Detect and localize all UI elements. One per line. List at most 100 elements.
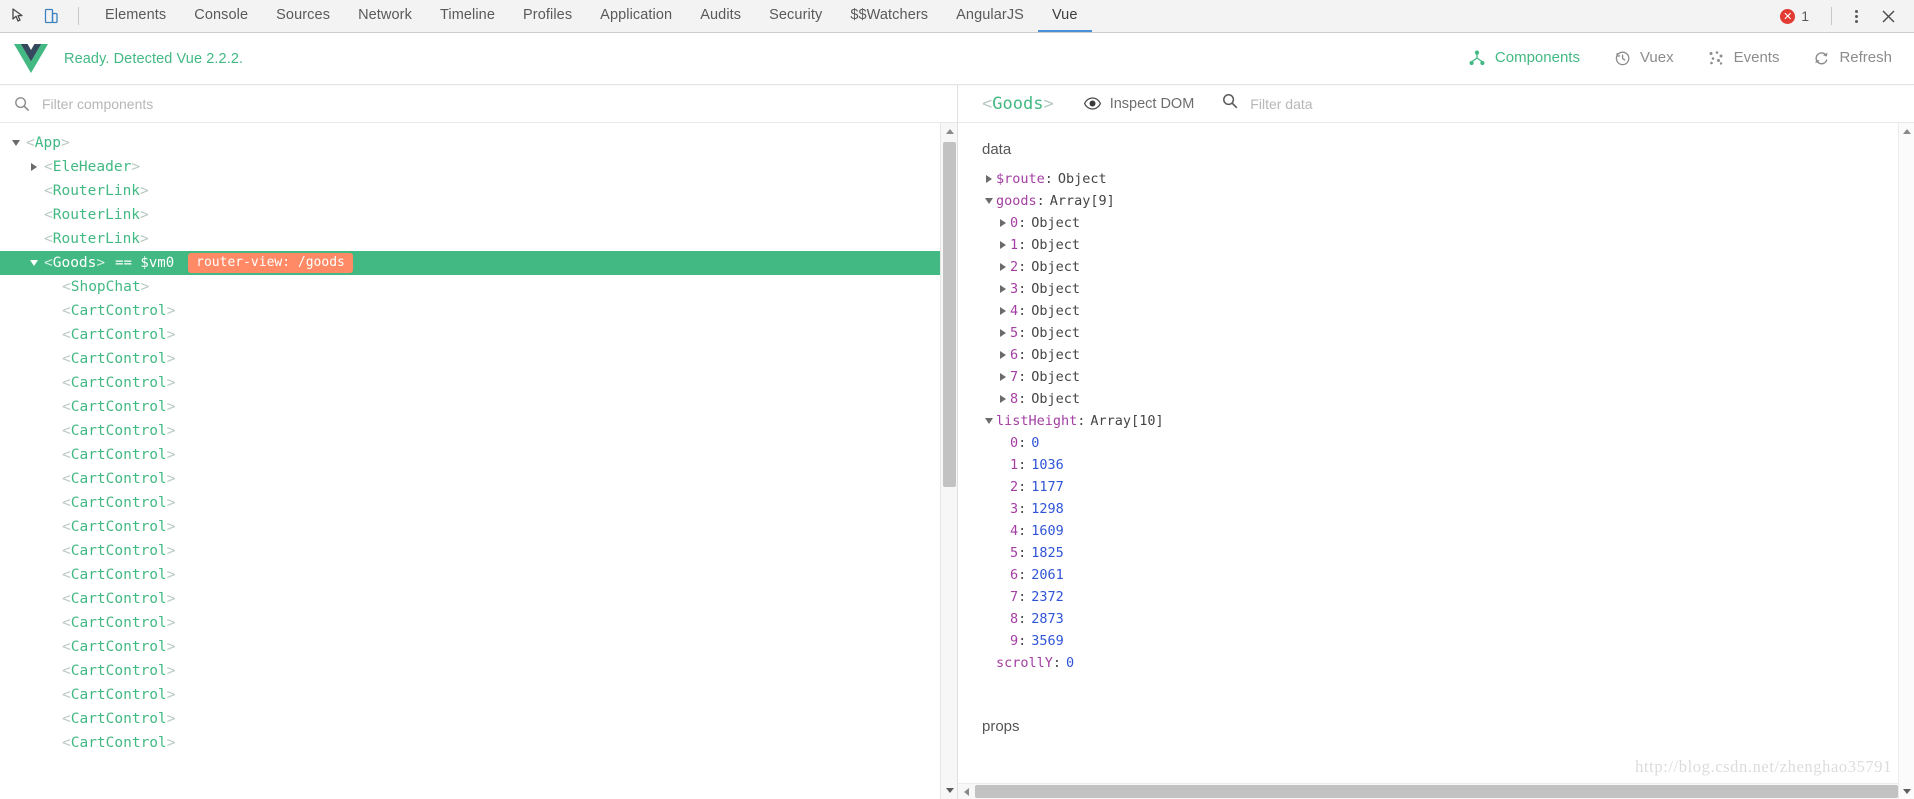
chevron-down-icon[interactable] (8, 135, 24, 151)
tree-node-cartcontrol[interactable]: <CartControl> (0, 347, 957, 371)
data-row[interactable]: 2: Object (982, 256, 1914, 278)
data-row[interactable]: 1: Object (982, 234, 1914, 256)
chevron-right-icon[interactable] (982, 175, 996, 183)
tree-node-cartcontrol[interactable]: <CartControl> (0, 635, 957, 659)
data-row[interactable]: 8: Object (982, 388, 1914, 410)
tab-elements[interactable]: Elements (91, 0, 180, 32)
close-icon[interactable] (1874, 4, 1902, 28)
nav-events[interactable]: Events (1708, 49, 1779, 68)
chevron-right-icon[interactable] (996, 241, 1010, 249)
data-row[interactable]: 4:1609 (982, 520, 1914, 542)
tree-node-goods[interactable]: <Goods> == $vm0 router-view: /goods (0, 251, 957, 275)
nav-refresh[interactable]: Refresh (1813, 49, 1892, 68)
tree-node-eleheader[interactable]: <EleHeader> (0, 155, 957, 179)
tree-node-routerlink[interactable]: <RouterLink> (0, 227, 957, 251)
data-row[interactable]: 9:3569 (982, 630, 1914, 652)
inspect-dom-button[interactable]: Inspect DOM (1083, 96, 1194, 112)
tab-angularjs[interactable]: AngularJS (942, 0, 1038, 32)
data-row[interactable]: 0: Object (982, 212, 1914, 234)
chevron-right-icon[interactable] (996, 351, 1010, 359)
tree-node-cartcontrol[interactable]: <CartControl> (0, 539, 957, 563)
scroll-thumb[interactable] (943, 142, 956, 487)
data-row[interactable]: 6: Object (982, 344, 1914, 366)
scroll-up-button[interactable] (941, 123, 957, 140)
data-row[interactable]: goods: Array[9] (982, 190, 1914, 212)
data-row[interactable]: 3: Object (982, 278, 1914, 300)
data-row[interactable]: 8:2873 (982, 608, 1914, 630)
tree-node-cartcontrol[interactable]: <CartControl> (0, 611, 957, 635)
nav-vuex[interactable]: Vuex (1614, 49, 1674, 68)
chevron-down-icon[interactable] (26, 255, 42, 271)
right-vertical-scrollbar[interactable] (1898, 123, 1914, 799)
scroll-up-button[interactable] (1899, 123, 1914, 139)
chevron-right-icon[interactable] (996, 219, 1010, 227)
inspect-element-icon[interactable] (8, 5, 30, 27)
tab-timeline[interactable]: Timeline (426, 0, 509, 32)
tab-security[interactable]: Security (755, 0, 836, 32)
chevron-right-icon[interactable] (996, 329, 1010, 337)
tree-node-cartcontrol[interactable]: <CartControl> (0, 323, 957, 347)
right-horizontal-scrollbar[interactable] (958, 783, 1898, 799)
tree-node-cartcontrol[interactable]: <CartControl> (0, 563, 957, 587)
data-key: 3 (1010, 281, 1019, 297)
tree-node-cartcontrol[interactable]: <CartControl> (0, 443, 957, 467)
error-badge[interactable]: ✕ 1 (1780, 8, 1819, 24)
tree-node-cartcontrol[interactable]: <CartControl> (0, 659, 957, 683)
tab-audits[interactable]: Audits (686, 0, 755, 32)
data-row[interactable]: 7:2372 (982, 586, 1914, 608)
tree-node-cartcontrol[interactable]: <CartControl> (0, 371, 957, 395)
data-row[interactable]: listHeight: Array[10] (982, 410, 1914, 432)
data-row[interactable]: 5: Object (982, 322, 1914, 344)
tree-node-shopchat[interactable]: <ShopChat> (0, 275, 957, 299)
tab-console[interactable]: Console (180, 0, 262, 32)
tab-profiles[interactable]: Profiles (509, 0, 586, 32)
tree-node-routerlink[interactable]: <RouterLink> (0, 203, 957, 227)
left-vertical-scrollbar[interactable] (940, 123, 957, 799)
scroll-down-button[interactable] (941, 782, 957, 799)
nav-components[interactable]: Components (1469, 49, 1580, 68)
tree-node-cartcontrol[interactable]: <CartControl> (0, 491, 957, 515)
tree-node-cartcontrol[interactable]: <CartControl> (0, 587, 957, 611)
data-row[interactable]: 7: Object (982, 366, 1914, 388)
data-row[interactable]: 1:1036 (982, 454, 1914, 476)
chevron-right-icon[interactable] (996, 395, 1010, 403)
tree-node-cartcontrol[interactable]: <CartControl> (0, 419, 957, 443)
tree-node-app[interactable]: <App> (0, 131, 957, 155)
chevron-down-icon[interactable] (982, 198, 996, 204)
tree-node-cartcontrol[interactable]: <CartControl> (0, 683, 957, 707)
chevron-right-icon[interactable] (996, 307, 1010, 315)
tree-node-routerlink[interactable]: <RouterLink> (0, 179, 957, 203)
tree-node-cartcontrol[interactable]: <CartControl> (0, 395, 957, 419)
tree-node-cartcontrol[interactable]: <CartControl> (0, 467, 957, 491)
tab-vue[interactable]: Vue (1037, 0, 1092, 32)
data-row[interactable]: 4: Object (982, 300, 1914, 322)
chevron-right-icon[interactable] (996, 285, 1010, 293)
tree-node-cartcontrol[interactable]: <CartControl> (0, 515, 957, 539)
hscroll-thumb[interactable] (975, 785, 1898, 798)
data-filter-input[interactable] (1250, 95, 1914, 112)
tree-node-cartcontrol[interactable]: <CartControl> (0, 707, 957, 731)
data-row[interactable]: 6:2061 (982, 564, 1914, 586)
more-vertical-icon[interactable] (1844, 4, 1868, 28)
data-row[interactable]: 2:1177 (982, 476, 1914, 498)
chevron-right-icon[interactable] (996, 373, 1010, 381)
data-row[interactable]: scrollY:0 (982, 652, 1914, 674)
data-row[interactable]: 3:1298 (982, 498, 1914, 520)
chevron-down-icon[interactable] (982, 418, 996, 424)
data-row[interactable]: 5:1825 (982, 542, 1914, 564)
tab-network[interactable]: Network (344, 0, 426, 32)
data-row[interactable]: 0:0 (982, 432, 1914, 454)
component-filter-input[interactable] (42, 95, 943, 112)
data-row[interactable]: $route: Object (982, 168, 1914, 190)
tab-application[interactable]: Application (586, 0, 686, 32)
chevron-right-icon[interactable] (26, 159, 42, 175)
chevron-right-icon[interactable] (996, 263, 1010, 271)
tree-node-cartcontrol[interactable]: <CartControl> (0, 299, 957, 323)
scroll-left-button[interactable] (958, 784, 975, 799)
tab-watchers[interactable]: $$Watchers (836, 0, 942, 32)
vue-logo-icon (14, 43, 48, 74)
device-toolbar-icon[interactable] (40, 5, 62, 27)
tab-sources[interactable]: Sources (262, 0, 344, 32)
tree-node-cartcontrol[interactable]: <CartControl> (0, 731, 957, 755)
scroll-down-button[interactable] (1899, 783, 1914, 799)
